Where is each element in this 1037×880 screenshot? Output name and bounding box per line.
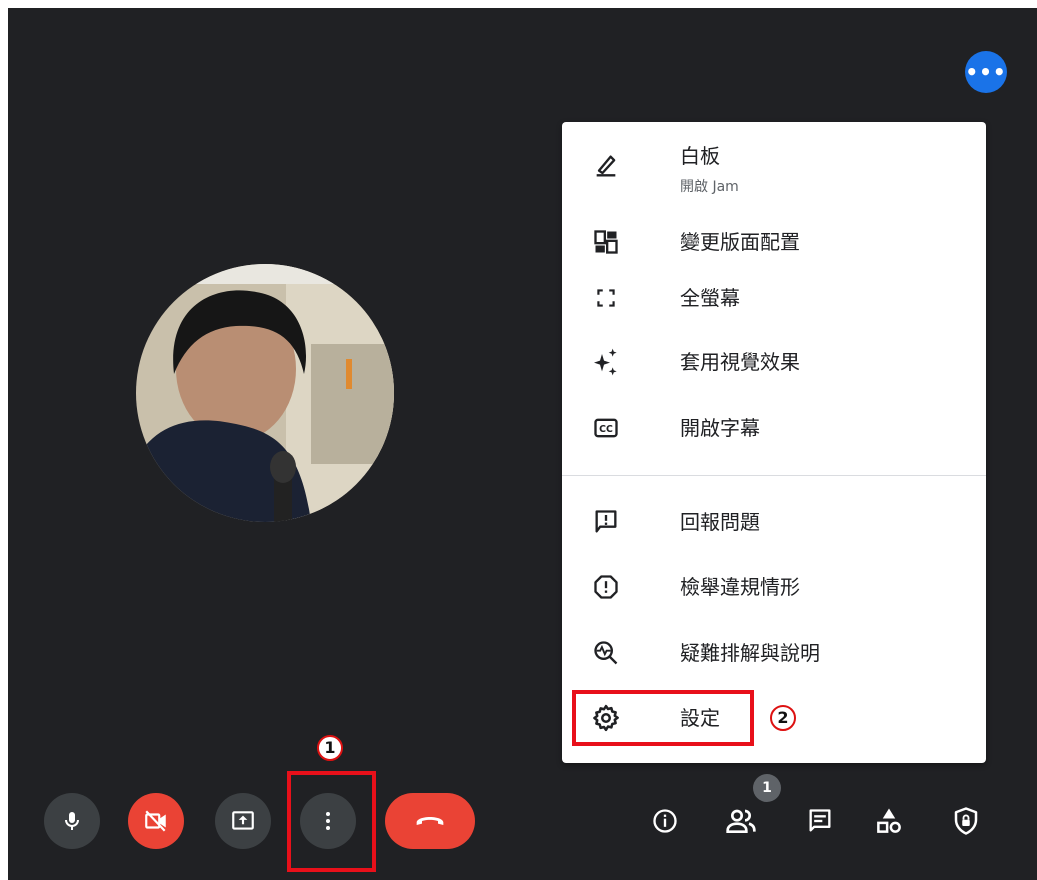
menu-item-label: 變更版面配置 <box>680 230 800 254</box>
menu-item-label: 白板 <box>680 144 720 168</box>
present-button[interactable] <box>215 793 271 849</box>
fullscreen-icon <box>582 278 630 318</box>
menu-item-label: 全螢幕 <box>680 286 740 310</box>
mic-button[interactable] <box>44 793 100 849</box>
hang-up-button[interactable] <box>385 793 475 849</box>
menu-item-change-layout[interactable]: 變更版面配置 <box>562 214 986 270</box>
menu-item-label: 檢舉違規情形 <box>680 575 800 599</box>
menu-item-label: 回報問題 <box>680 510 760 534</box>
menu-item-visual-effects[interactable]: 套用視覺效果 <box>562 334 986 390</box>
participant-photo <box>136 264 394 522</box>
host-controls-icon <box>954 807 978 835</box>
step-1-marker: 1 <box>317 735 343 761</box>
more-options-menu: 白板 開啟 Jam 變更版面配置 全螢幕 套用視覺效果 CC 開啟字幕 回報問題… <box>562 122 986 763</box>
troubleshoot-icon <box>582 633 630 673</box>
chat-icon <box>809 809 831 832</box>
people-button[interactable] <box>718 798 764 844</box>
menu-item-sublabel: 開啟 Jam <box>680 179 739 195</box>
camera-off-icon <box>145 810 166 832</box>
more-horiz-icon[interactable]: ••• <box>965 51 1007 93</box>
more-options-button[interactable] <box>300 793 356 849</box>
more-vert-icon <box>326 812 330 830</box>
sparkle-icon <box>582 342 630 382</box>
participant-avatar <box>136 264 394 522</box>
pencil-icon <box>582 146 630 186</box>
menu-item-label: 開啟字幕 <box>680 416 760 440</box>
mic-icon <box>65 812 79 830</box>
svg-text:CC: CC <box>599 424 613 435</box>
settings-highlight-box <box>572 690 754 746</box>
host-controls-button[interactable] <box>943 798 989 844</box>
chat-button[interactable] <box>797 798 843 844</box>
menu-item-fullscreen[interactable]: 全螢幕 <box>562 270 986 326</box>
activities-button[interactable] <box>866 798 912 844</box>
meeting-details-button[interactable] <box>642 798 688 844</box>
meeting-stage: ••• 白板 開啟 Jam 變更版面配置 全螢幕 套用視覺效果 CC 開啟字幕 … <box>8 8 1037 880</box>
menu-item-label: 疑難排解與說明 <box>680 641 820 665</box>
activities-icon <box>877 808 901 833</box>
camera-button[interactable] <box>128 793 184 849</box>
closed-caption-icon: CC <box>582 408 630 448</box>
layout-icon <box>582 222 630 262</box>
feedback-icon <box>582 502 630 542</box>
people-icon <box>726 809 756 833</box>
menu-item-report-abuse[interactable]: 檢舉違規情形 <box>562 559 986 615</box>
info-icon <box>653 809 677 833</box>
menu-item-label: 套用視覺效果 <box>680 350 800 374</box>
menu-item-troubleshoot[interactable]: 疑難排解與說明 <box>562 625 986 681</box>
menu-item-whiteboard[interactable]: 白板 開啟 Jam <box>562 132 986 204</box>
present-icon <box>232 811 254 830</box>
step-2-marker: 2 <box>770 705 796 731</box>
menu-item-report-problem[interactable]: 回報問題 <box>562 494 986 550</box>
menu-divider <box>562 475 986 476</box>
report-icon <box>582 567 630 607</box>
people-count-badge: 1 <box>753 774 781 802</box>
menu-item-captions[interactable]: CC 開啟字幕 <box>562 400 986 456</box>
hang-up-icon <box>416 817 444 825</box>
